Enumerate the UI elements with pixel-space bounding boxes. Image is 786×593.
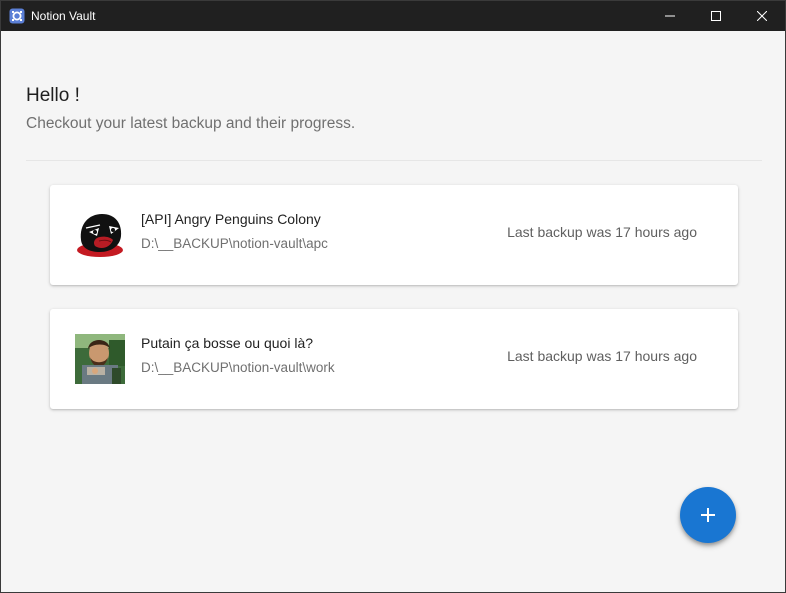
backup-name: [API] Angry Penguins Colony — [141, 211, 321, 227]
header-divider — [26, 160, 762, 161]
minimize-icon — [665, 15, 675, 17]
workspace-avatar-person-photo — [75, 334, 125, 384]
app-window: Notion Vault Hello ! Checkout your lates… — [0, 0, 786, 593]
greeting-subtitle: Checkout your latest backup and their pr… — [26, 115, 356, 132]
backup-card[interactable]: [API] Angry Penguins Colony D:\__BACKUP\… — [50, 185, 738, 285]
notion-vault-logo-icon — [9, 8, 25, 24]
minimize-button[interactable] — [647, 1, 693, 31]
maximize-icon — [711, 11, 721, 21]
backup-status: Last backup was 17 hours ago — [507, 224, 697, 240]
greeting-heading: Hello ! — [26, 85, 80, 106]
backup-path: D:\__BACKUP\notion-vault\apc — [141, 236, 328, 251]
workspace-avatar-angry-penguin — [75, 210, 125, 260]
window-controls — [647, 1, 785, 31]
backup-list: [API] Angry Penguins Colony D:\__BACKUP\… — [50, 185, 738, 433]
close-button[interactable] — [739, 1, 785, 31]
window-title: Notion Vault — [31, 9, 96, 23]
backup-card[interactable]: Putain ça bosse ou quoi là? D:\__BACKUP\… — [50, 309, 738, 409]
backup-path: D:\__BACKUP\notion-vault\work — [141, 360, 335, 375]
page-header: Hello ! Checkout your latest backup and … — [26, 85, 762, 134]
backup-status: Last backup was 17 hours ago — [507, 348, 697, 364]
maximize-button[interactable] — [693, 1, 739, 31]
title-bar[interactable]: Notion Vault — [1, 1, 785, 31]
add-backup-button[interactable] — [680, 487, 736, 543]
plus-icon — [701, 508, 715, 522]
close-icon — [757, 11, 767, 21]
backup-name: Putain ça bosse ou quoi là? — [141, 335, 314, 351]
